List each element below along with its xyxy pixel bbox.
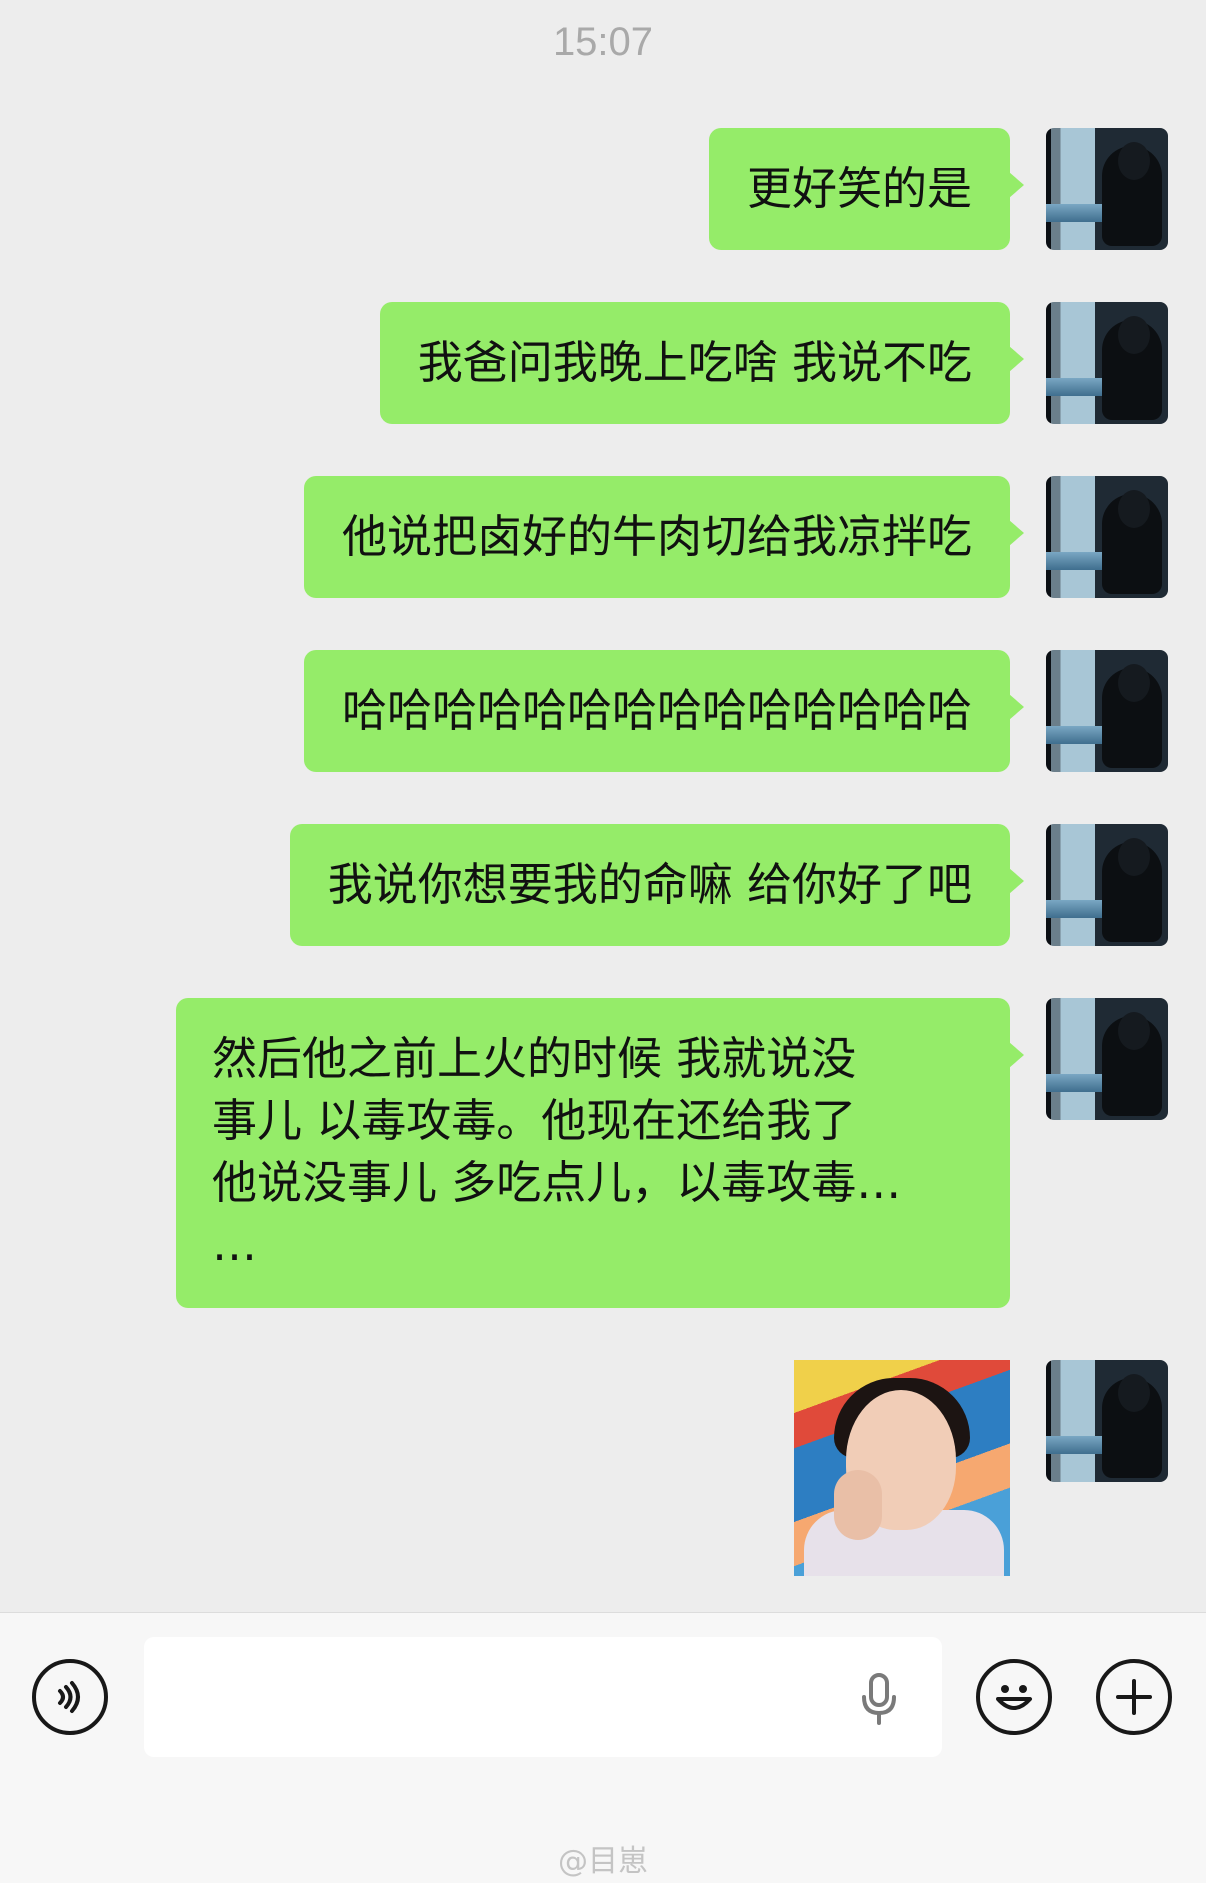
watermark: @目崽: [558, 1844, 648, 1879]
message-bubble[interactable]: 更好笑的是: [708, 128, 1025, 250]
timestamp: 15:07: [552, 20, 654, 64]
avatar[interactable]: [1046, 650, 1168, 772]
message-line: …: [212, 1218, 257, 1271]
avatar[interactable]: [1046, 998, 1168, 1120]
avatar[interactable]: [1046, 1360, 1168, 1482]
message-bubble[interactable]: 然后他之前上火的时候 我就说没 事儿 以毒攻毒。他现在还给我了 他说没事儿 多吃…: [176, 998, 1024, 1308]
voice-icon[interactable]: [32, 1659, 108, 1735]
avatar[interactable]: [1046, 302, 1168, 424]
message-bubble[interactable]: 他说把卤好的牛肉切给我凉拌吃: [303, 476, 1025, 598]
message-bubble[interactable]: 我爸问我晚上吃啥 我说不吃: [379, 302, 1025, 424]
message-input[interactable]: [144, 1637, 942, 1757]
avatar[interactable]: [1046, 824, 1168, 946]
message-bubble[interactable]: 我说你想要我的命嘛 给你好了吧: [289, 824, 1025, 946]
plus-icon[interactable]: [1096, 1659, 1172, 1735]
microphone-icon[interactable]: [860, 1673, 898, 1725]
emoji-icon[interactable]: [976, 1659, 1052, 1735]
message-line: 事儿 以毒攻毒。他现在还给我了: [212, 1094, 857, 1147]
message-line: 然后他之前上火的时候 我就说没: [212, 1032, 857, 1085]
avatar[interactable]: [1046, 476, 1168, 598]
avatar[interactable]: [1046, 128, 1168, 250]
sticker-image[interactable]: [794, 1360, 1010, 1576]
message-bubble[interactable]: 哈哈哈哈哈哈哈哈哈哈哈哈哈哈: [303, 650, 1025, 772]
message-line: 他说没事儿 多吃点儿，以毒攻毒…: [212, 1156, 902, 1209]
